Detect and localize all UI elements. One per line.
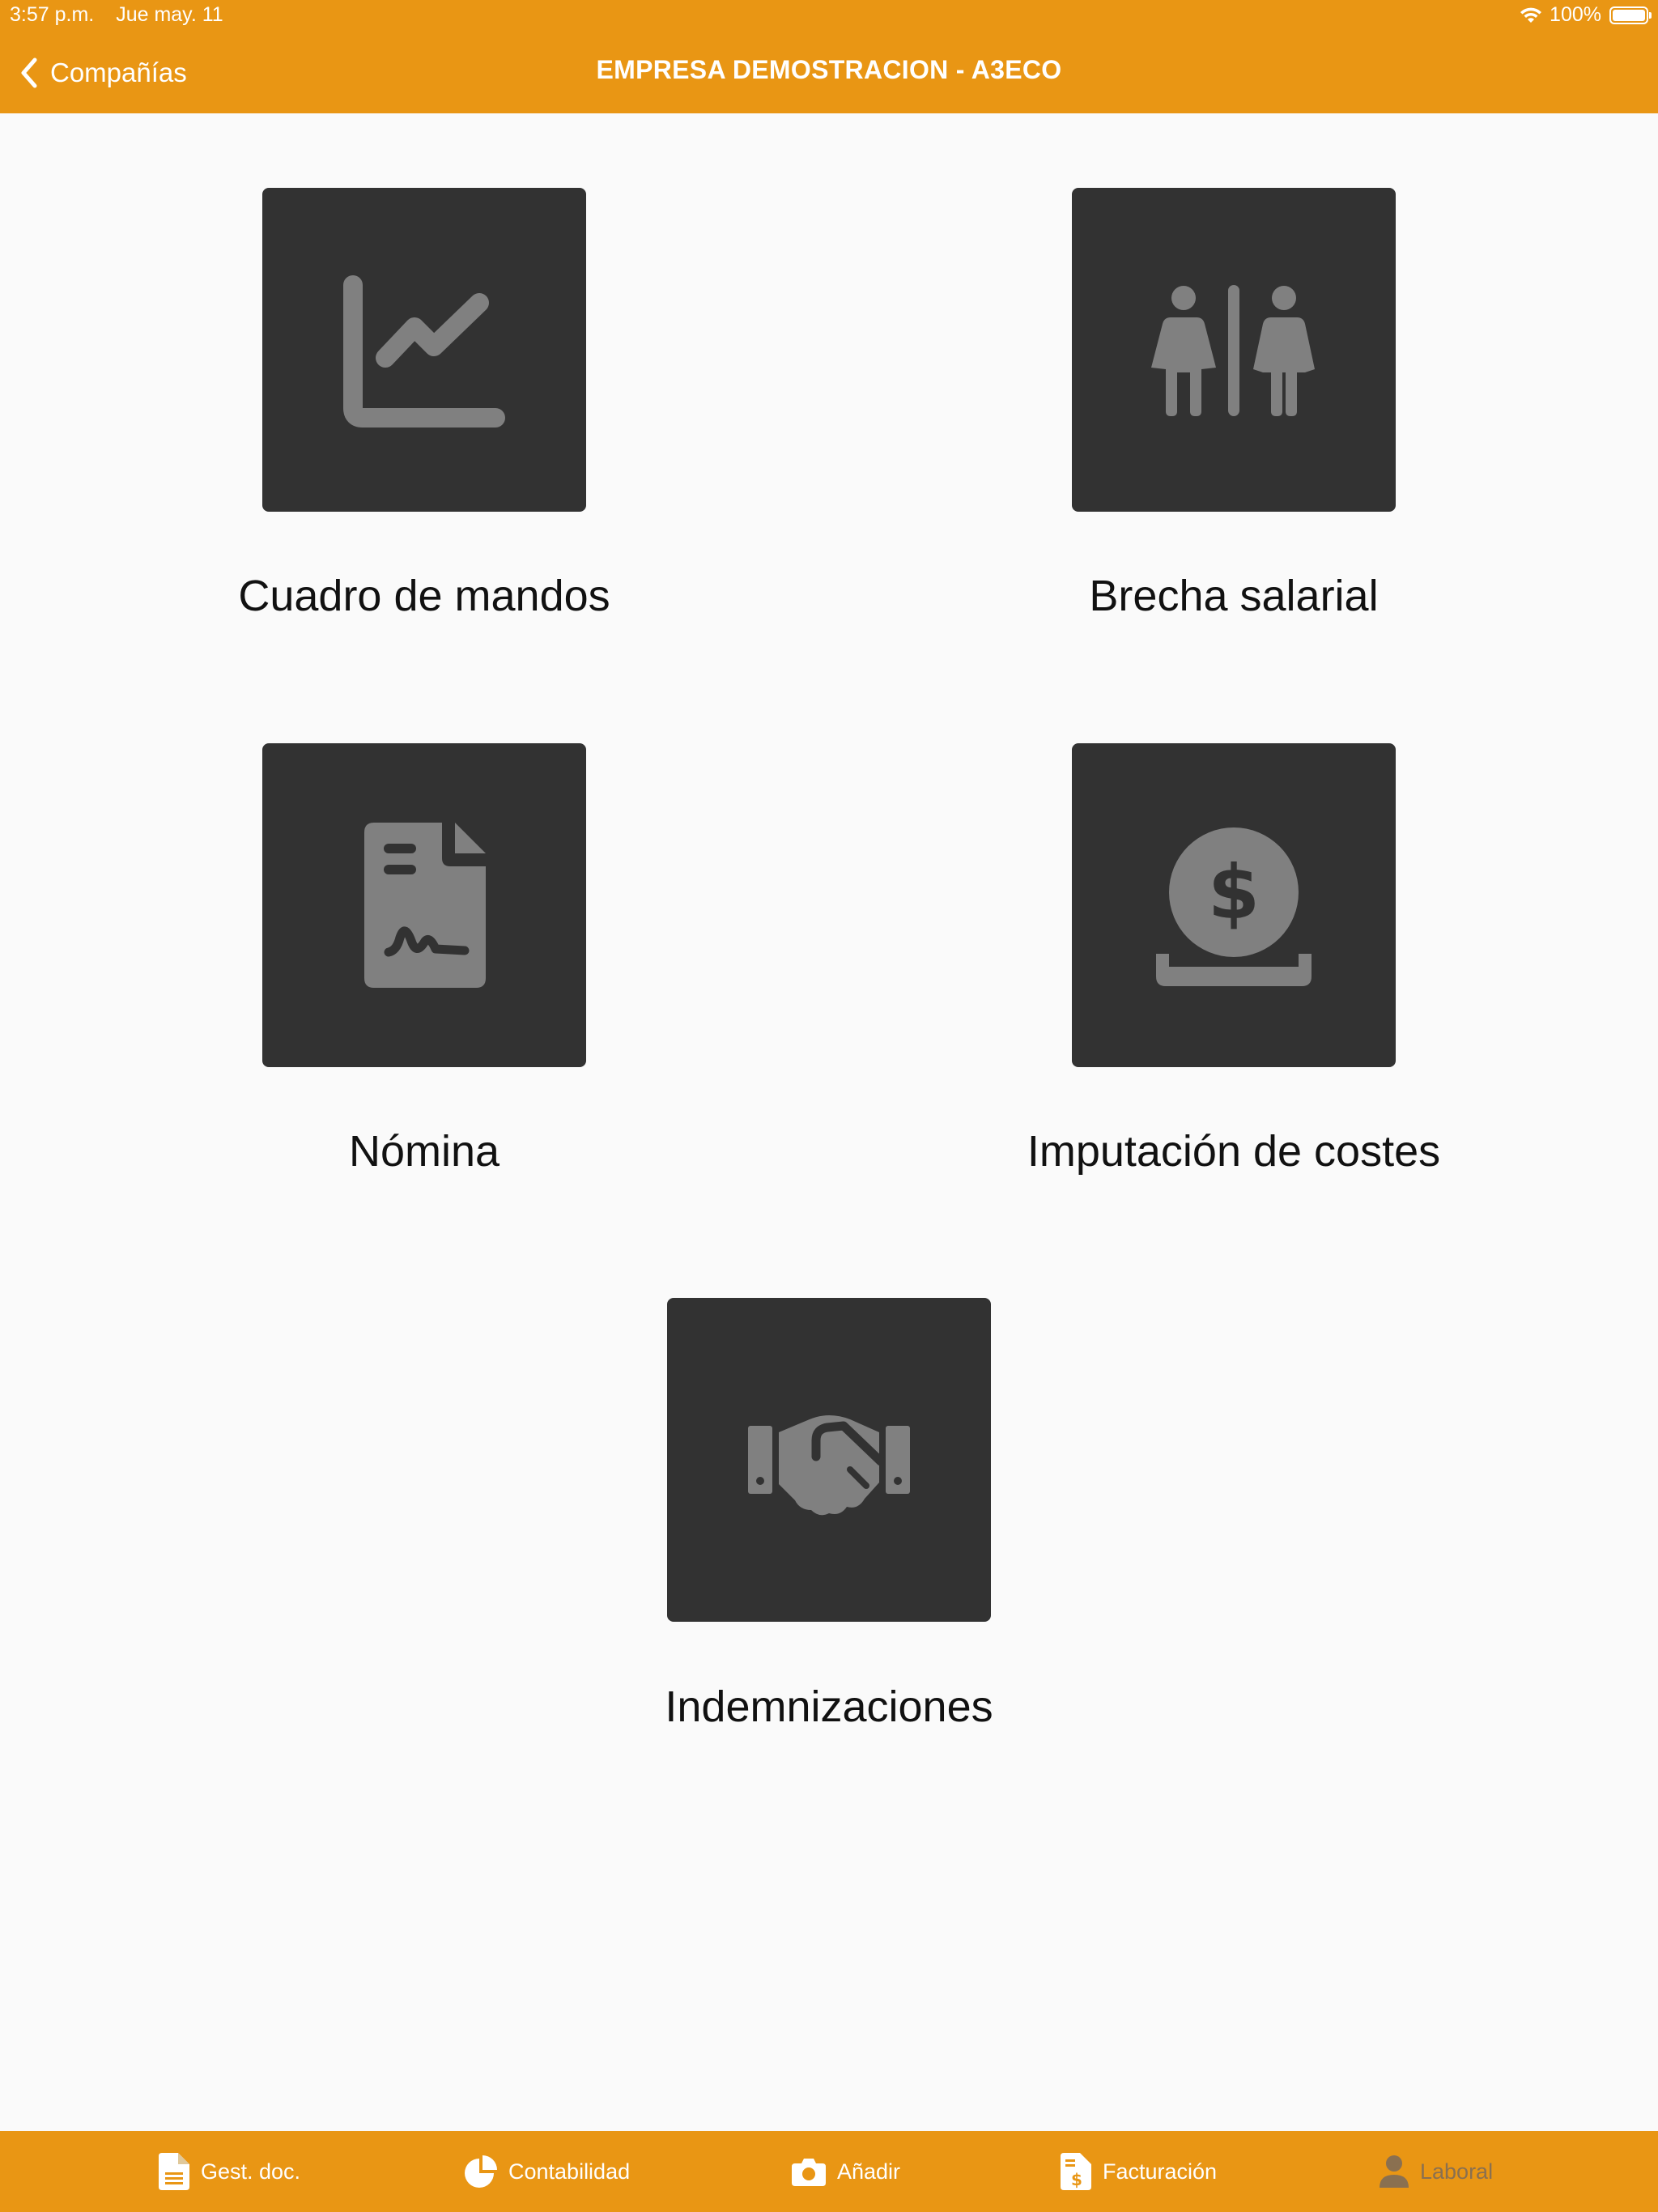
tab-facturacion[interactable]: $ Facturación [1061, 2131, 1217, 2212]
tab-label-anadir: Añadir [837, 2159, 901, 2184]
tab-label-gest-doc: Gest. doc. [201, 2159, 301, 2184]
person-icon [1380, 2155, 1409, 2188]
coin-dollar-icon: $ [1156, 827, 1312, 986]
status-time: 3:57 p.m. [10, 3, 95, 26]
page-title: EMPRESA DEMOSTRACION - A3ECO [596, 55, 1062, 84]
status-date: Jue may. 11 [116, 3, 223, 26]
svg-text:$: $ [1071, 2170, 1082, 2189]
tab-gest-doc[interactable]: Gest. doc. [159, 2131, 300, 2212]
tile-label-nomina: Nómina [348, 1127, 500, 1176]
tile-imputacion-de-costes[interactable]: $ [1072, 743, 1396, 1067]
tile-brecha-salarial[interactable] [1072, 188, 1396, 512]
tab-bar: Gest. doc. Contabilidad Añadir $ Factura… [0, 2131, 1658, 2212]
status-bar-left: 3:57 p.m. Jue may. 11 [10, 3, 223, 27]
tile-indemnizaciones[interactable] [667, 1298, 991, 1622]
tile-label-brecha-salarial: Brecha salarial [1089, 572, 1379, 620]
battery-icon [1609, 6, 1652, 24]
restroom-icon [1151, 285, 1315, 416]
tile-label-imputacion-de-costes: Imputación de costes [1027, 1127, 1441, 1176]
tile-label-indemnizaciones: Indemnizaciones [665, 1682, 993, 1731]
pie-chart-icon [465, 2155, 497, 2188]
tile-label-cuadro-de-mandos: Cuadro de mandos [238, 572, 610, 620]
camera-icon [792, 2159, 826, 2186]
line-chart-icon [343, 275, 505, 428]
document-icon [159, 2153, 189, 2190]
tab-label-facturacion: Facturación [1103, 2159, 1218, 2184]
tab-label-laboral: Laboral [1420, 2159, 1494, 2184]
tab-contabilidad[interactable]: Contabilidad [465, 2131, 630, 2212]
signed-document-icon [364, 823, 486, 988]
tab-label-contabilidad: Contabilidad [508, 2159, 631, 2184]
status-bar-right: 100% [1519, 3, 1652, 27]
tile-nomina[interactable] [262, 743, 586, 1067]
tab-anadir[interactable]: Añadir [792, 2131, 900, 2212]
battery-percent: 100% [1550, 3, 1601, 26]
wifi-icon [1520, 7, 1542, 23]
svg-text:$: $ [1208, 849, 1260, 936]
tab-laboral[interactable]: Laboral [1380, 2131, 1493, 2212]
invoice-icon: $ [1061, 2153, 1091, 2190]
tile-cuadro-de-mandos[interactable] [262, 188, 586, 512]
top-bar: 3:57 p.m. Jue may. 11 100% Compañías EMP… [0, 0, 1658, 113]
handshake-icon [748, 1415, 910, 1516]
